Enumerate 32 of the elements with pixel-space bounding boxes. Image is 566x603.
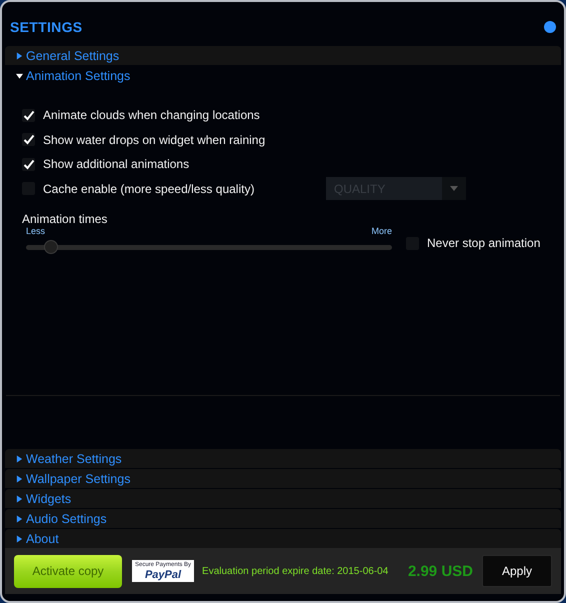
expanded-arrow-icon: [16, 72, 23, 80]
price: 2.99 USD: [408, 562, 473, 580]
less-label: Less: [26, 226, 46, 236]
activate-copy-button[interactable]: Activate copy: [14, 554, 122, 588]
collapsed-arrow-icon: [16, 494, 23, 502]
checkbox[interactable]: [22, 158, 35, 171]
option-label: Animate clouds when changing locations: [43, 108, 260, 122]
collapsed-arrow-icon: [16, 534, 23, 542]
section-header[interactable]: Audio Settings: [5, 509, 561, 528]
option-label: Show water drops on widget when raining: [43, 132, 266, 147]
checkbox[interactable]: [22, 133, 35, 146]
slider-thumb[interactable]: [44, 240, 58, 254]
window-title: SETTINGS: [10, 19, 82, 35]
more-label: More: [371, 226, 392, 236]
collapsed-arrow-icon: [16, 52, 23, 60]
caret-icon: [450, 186, 458, 192]
collapsed-arrow-icon: [16, 454, 23, 462]
apply-button[interactable]: Apply: [482, 555, 552, 587]
section-header[interactable]: Animation Settings: [5, 66, 561, 85]
option-label: Cache enable (more speed/less quality): [43, 182, 254, 196]
section-header[interactable]: Weather Settings: [5, 449, 561, 468]
section-header[interactable]: General Settings: [5, 46, 561, 65]
option-label: Show additional animations: [43, 157, 190, 172]
checkbox[interactable]: [22, 108, 35, 122]
option-label: Never stop animation: [427, 236, 540, 250]
animation-times-label: Animation times: [22, 212, 108, 226]
collapsed-arrow-icon: [16, 474, 23, 482]
section-header[interactable]: Widgets: [5, 489, 561, 508]
section-header[interactable]: Wallpaper Settings: [5, 469, 561, 488]
section-header[interactable]: About: [5, 529, 561, 548]
collapsed-arrow-icon: [16, 514, 23, 522]
evaluation-text: Evaluation period expire date: 2015-06-04: [202, 566, 388, 576]
